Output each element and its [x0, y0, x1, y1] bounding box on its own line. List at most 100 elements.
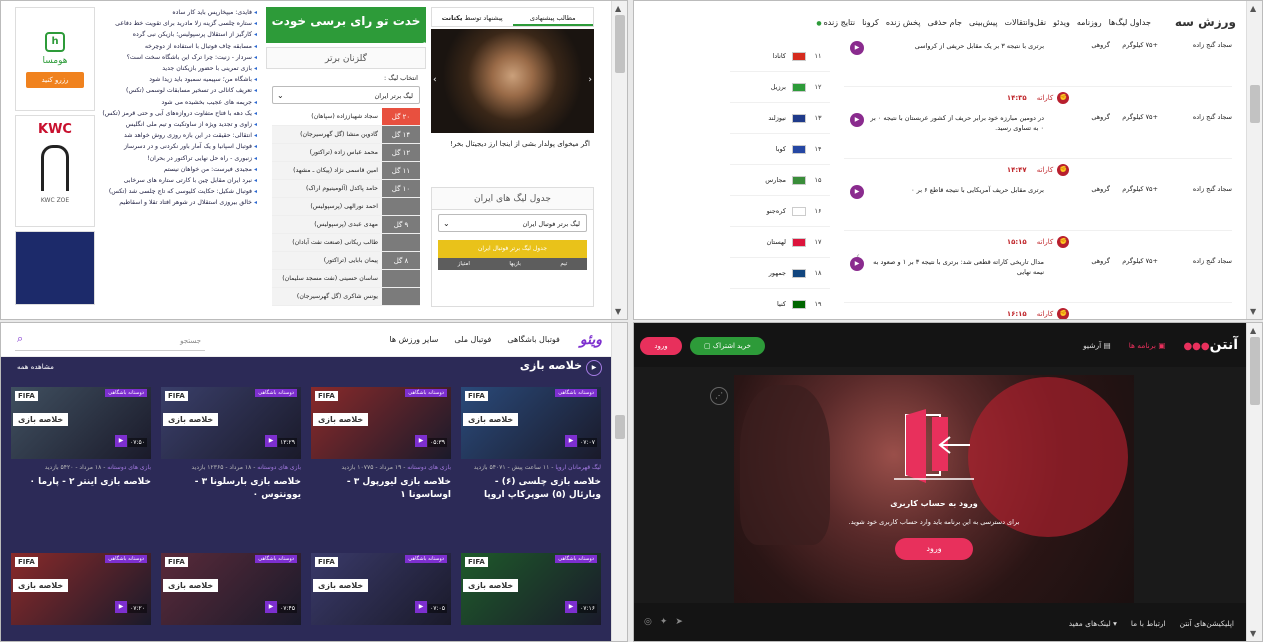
event-row[interactable]: سجاد گنج زاده +۷۵ کیلوگرم گروهی در دومین مب…: [844, 109, 1232, 159]
event-row[interactable]: سجاد گنج زاده +۷۵ کیلوگرم گروهی برتری با نت…: [844, 37, 1232, 87]
news-item[interactable]: فوتبال اسپانیا و یک آمار باور نکردنی و د…: [101, 141, 257, 152]
video-card[interactable]: FIFA دوستانه باشگاهی خلاصه بازی ▶ ۰۷:۰۵: [311, 553, 451, 625]
scroll-up-icon[interactable]: ▲: [1250, 4, 1256, 13]
nav-video[interactable]: ویدئو: [1053, 18, 1070, 27]
video-title[interactable]: خلاصه بازی لیورپول ۳ - اوساسونا ۱: [311, 476, 451, 502]
nav-national-football[interactable]: فوتبال ملی: [454, 335, 491, 344]
scrollbar[interactable]: [611, 323, 627, 641]
dark-ad[interactable]: [15, 231, 95, 305]
twitter-icon[interactable]: ✦: [660, 617, 676, 627]
video-thumbnail[interactable]: FIFA دوستانه باشگاهی خلاصه بازی ▶ ۰۷:۲۰: [11, 553, 151, 625]
buy-subscription-button[interactable]: خرید اشتراک ▢: [690, 337, 765, 355]
story-caption[interactable]: اگر میخوای پولدار بشی از اینجا ارز دیجیت…: [431, 133, 594, 181]
play-icon[interactable]: ▶: [850, 185, 864, 199]
video-category[interactable]: بازی های دوستانه: [407, 464, 451, 471]
reserve-button[interactable]: رزرو کنید: [26, 72, 84, 88]
scorer-row[interactable]: احمد نورالهی (پرسپولیس): [272, 198, 420, 216]
footer-apps-link[interactable]: اپلیکیشن‌های آنتن: [1180, 619, 1234, 628]
country-row[interactable]: ۱۶ کره‌جنو: [730, 196, 830, 227]
menu-programs[interactable]: ▣ برنامه ها: [1129, 341, 1166, 350]
play-icon[interactable]: ▶: [415, 435, 427, 447]
play-icon[interactable]: ▶: [565, 435, 577, 447]
see-all-link[interactable]: مشاهده همه: [17, 363, 54, 371]
news-item[interactable]: فایدی: میپخارپس باید کار ساده: [101, 7, 257, 18]
nav-league-tables[interactable]: جداول لیگ‌ها: [1109, 18, 1151, 27]
scroll-down-icon[interactable]: ▼: [615, 307, 621, 316]
news-item[interactable]: باشگاه من؛ سپیمیه سمبود باید زیدا شود: [101, 74, 257, 85]
country-row[interactable]: ۱۱ کانادا: [730, 41, 830, 72]
scorer-row[interactable]: ساسان حسینی (نفت مسجد سلیمان): [272, 270, 420, 288]
news-item[interactable]: نبرد ایران مقابل چین با کارتی ستاره های …: [101, 175, 257, 186]
scroll-thumb[interactable]: [1250, 337, 1260, 405]
country-row[interactable]: ۱۵ مجارس: [730, 165, 830, 196]
play-icon[interactable]: ▶: [265, 435, 277, 447]
news-item[interactable]: انتقالی: حقیقت در این بازه روزی روش خواه…: [101, 130, 257, 141]
nav-newspaper[interactable]: روزنامه: [1077, 18, 1102, 27]
video-title[interactable]: خلاصه بازی بارسلونا ۳ - یوونتوس ۰: [161, 476, 301, 502]
scorer-row[interactable]: ۱۴ گل گادوین منشا (گل گهرسیرجان): [272, 126, 420, 144]
header-login-button[interactable]: ورود: [640, 337, 682, 355]
scorer-row[interactable]: ۹ گل مهدی عبدی (پرسپولیس): [272, 216, 420, 234]
footer-useful-links[interactable]: ▾ لینک‌های مفید: [1069, 619, 1117, 628]
nav-predictions[interactable]: پیش‌بینی: [969, 18, 998, 27]
telegram-icon[interactable]: ➤: [675, 617, 691, 627]
scroll-down-icon[interactable]: ▼: [1250, 629, 1256, 638]
video-thumbnail[interactable]: FIFA دوستانه باشگاهی خلاصه بازی ▶ ۰۷:۴۵: [161, 553, 301, 625]
video-category[interactable]: بازی های دوستانه: [257, 464, 301, 471]
video-thumbnail[interactable]: FIFA دوستانه باشگاهی خلاصه بازی ▶ ۰۷:۱۶: [461, 553, 601, 625]
video-thumbnail[interactable]: FIFA دوستانه باشگاهی خلاصه بازی ▶ ۰۷:۰۷: [461, 387, 601, 459]
search-icon[interactable]: ⌕: [17, 332, 23, 346]
news-item[interactable]: یک دهه با فتاح متفاوت دروازه‌های آبی و ح…: [101, 108, 257, 119]
country-row[interactable]: ۱۳ نیوزلند: [730, 103, 830, 134]
scroll-down-icon[interactable]: ▼: [1250, 307, 1256, 316]
news-item[interactable]: ستاره چلسی گزینه زلا مادرید برای تقویت خ…: [101, 18, 257, 29]
nav-transfers[interactable]: نقل‌وانتقالات: [1005, 18, 1047, 27]
footer-contact-link[interactable]: ارتباط با ما: [1131, 619, 1166, 628]
video-card[interactable]: FIFA دوستانه باشگاهی خلاصه بازی ▶ ۰۷:۲۰: [11, 553, 151, 625]
scrollbar[interactable]: ▲ ▼: [611, 1, 627, 319]
nav-club-football[interactable]: فوتبال باشگاهی: [507, 335, 560, 344]
nav-other-sports[interactable]: سایر ورزش ها: [389, 335, 438, 344]
video-category[interactable]: لیگ قهرمانان اروپا: [555, 464, 601, 471]
chevron-left-icon[interactable]: ‹: [433, 75, 437, 85]
news-item[interactable]: زاوی و تجدید ویژه از ساوتکیت و تیم ملی ا…: [101, 119, 257, 130]
news-item[interactable]: زنبوری - راه حل نهایی تراکتور در بحران!: [101, 153, 257, 164]
tab-recommended[interactable]: مطالب پیشنهادی: [512, 8, 593, 26]
scroll-up-icon[interactable]: ▲: [1250, 326, 1256, 335]
play-icon[interactable]: ▶: [115, 435, 127, 447]
video-card[interactable]: FIFA دوستانه باشگاهی خلاصه بازی ▶ ۰۷:۰۷ لیگ ق…: [461, 387, 601, 502]
scrollbar[interactable]: ▲ ▼: [1246, 323, 1262, 641]
story-image[interactable]: ‹ ›: [431, 29, 594, 133]
news-item[interactable]: مجیدی فیرست: من خواهان نیستم: [101, 164, 257, 175]
country-row[interactable]: ۱۲ برزیل: [730, 72, 830, 103]
nav-corona[interactable]: کرونا: [862, 18, 879, 27]
scorer-row[interactable]: ۲۰ گل سجاد شهباززاده (سپاهان): [272, 108, 420, 126]
play-icon[interactable]: ▶: [850, 113, 864, 127]
league-select[interactable]: لیگ برتر ایران ⌄: [272, 86, 420, 104]
play-icon[interactable]: ▶: [565, 601, 577, 613]
video-thumbnail[interactable]: FIFA دوستانه باشگاهی خلاصه بازی ▶ ۱۳:۲۹: [161, 387, 301, 459]
news-item[interactable]: فوتبال شکیل: حکایت کلیوسی که تاج چلسی شد…: [101, 186, 257, 197]
scorer-row[interactable]: ۱۰ گل حامد پاکدل (آلومینیوم اراک): [272, 180, 420, 198]
chevron-right-icon[interactable]: ›: [588, 75, 592, 85]
video-card[interactable]: FIFA دوستانه باشگاهی خلاصه بازی ▶ ۰۷:۴۵: [161, 553, 301, 625]
play-icon[interactable]: ▶: [850, 41, 864, 55]
nav-live-results[interactable]: نتایج زنده: [816, 18, 856, 27]
kwc-ad[interactable]: KWC KWC ZOE: [15, 115, 95, 227]
video-thumbnail[interactable]: FIFA دوستانه باشگاهی خلاصه بازی ▶ ۰۷:۵۰: [11, 387, 151, 459]
play-icon[interactable]: ▶: [415, 601, 427, 613]
video-logo[interactable]: ویئو: [580, 332, 602, 348]
modal-login-button[interactable]: ورود: [895, 538, 973, 560]
video-title[interactable]: خلاصه بازی چلسی (۶) - ویارئال (۵) سوپرکا…: [461, 476, 601, 502]
nav-cup[interactable]: جام حذفی: [927, 18, 962, 27]
scorer-row[interactable]: ۱۲ گل محمد عباس زاده (تراکتور): [272, 144, 420, 162]
news-item[interactable]: سردار - زنیت: چرا ترک این باشگاه سخت است…: [101, 52, 257, 63]
scorer-row[interactable]: ۸ گل پیمان بابایی (تراکتور): [272, 252, 420, 270]
scorer-row[interactable]: یونس شاکری (گل گهرسیرجان): [272, 288, 420, 306]
country-row[interactable]: ۱۴ کوبا: [730, 134, 830, 165]
play-icon[interactable]: ▶: [265, 601, 277, 613]
play-icon[interactable]: ▶: [850, 257, 864, 271]
video-thumbnail[interactable]: FIFA دوستانه باشگاهی خلاصه بازی ▶ ۰۷:۰۵: [311, 553, 451, 625]
play-icon[interactable]: ▶: [115, 601, 127, 613]
country-row[interactable]: ۱۸ جمهور: [730, 258, 830, 289]
